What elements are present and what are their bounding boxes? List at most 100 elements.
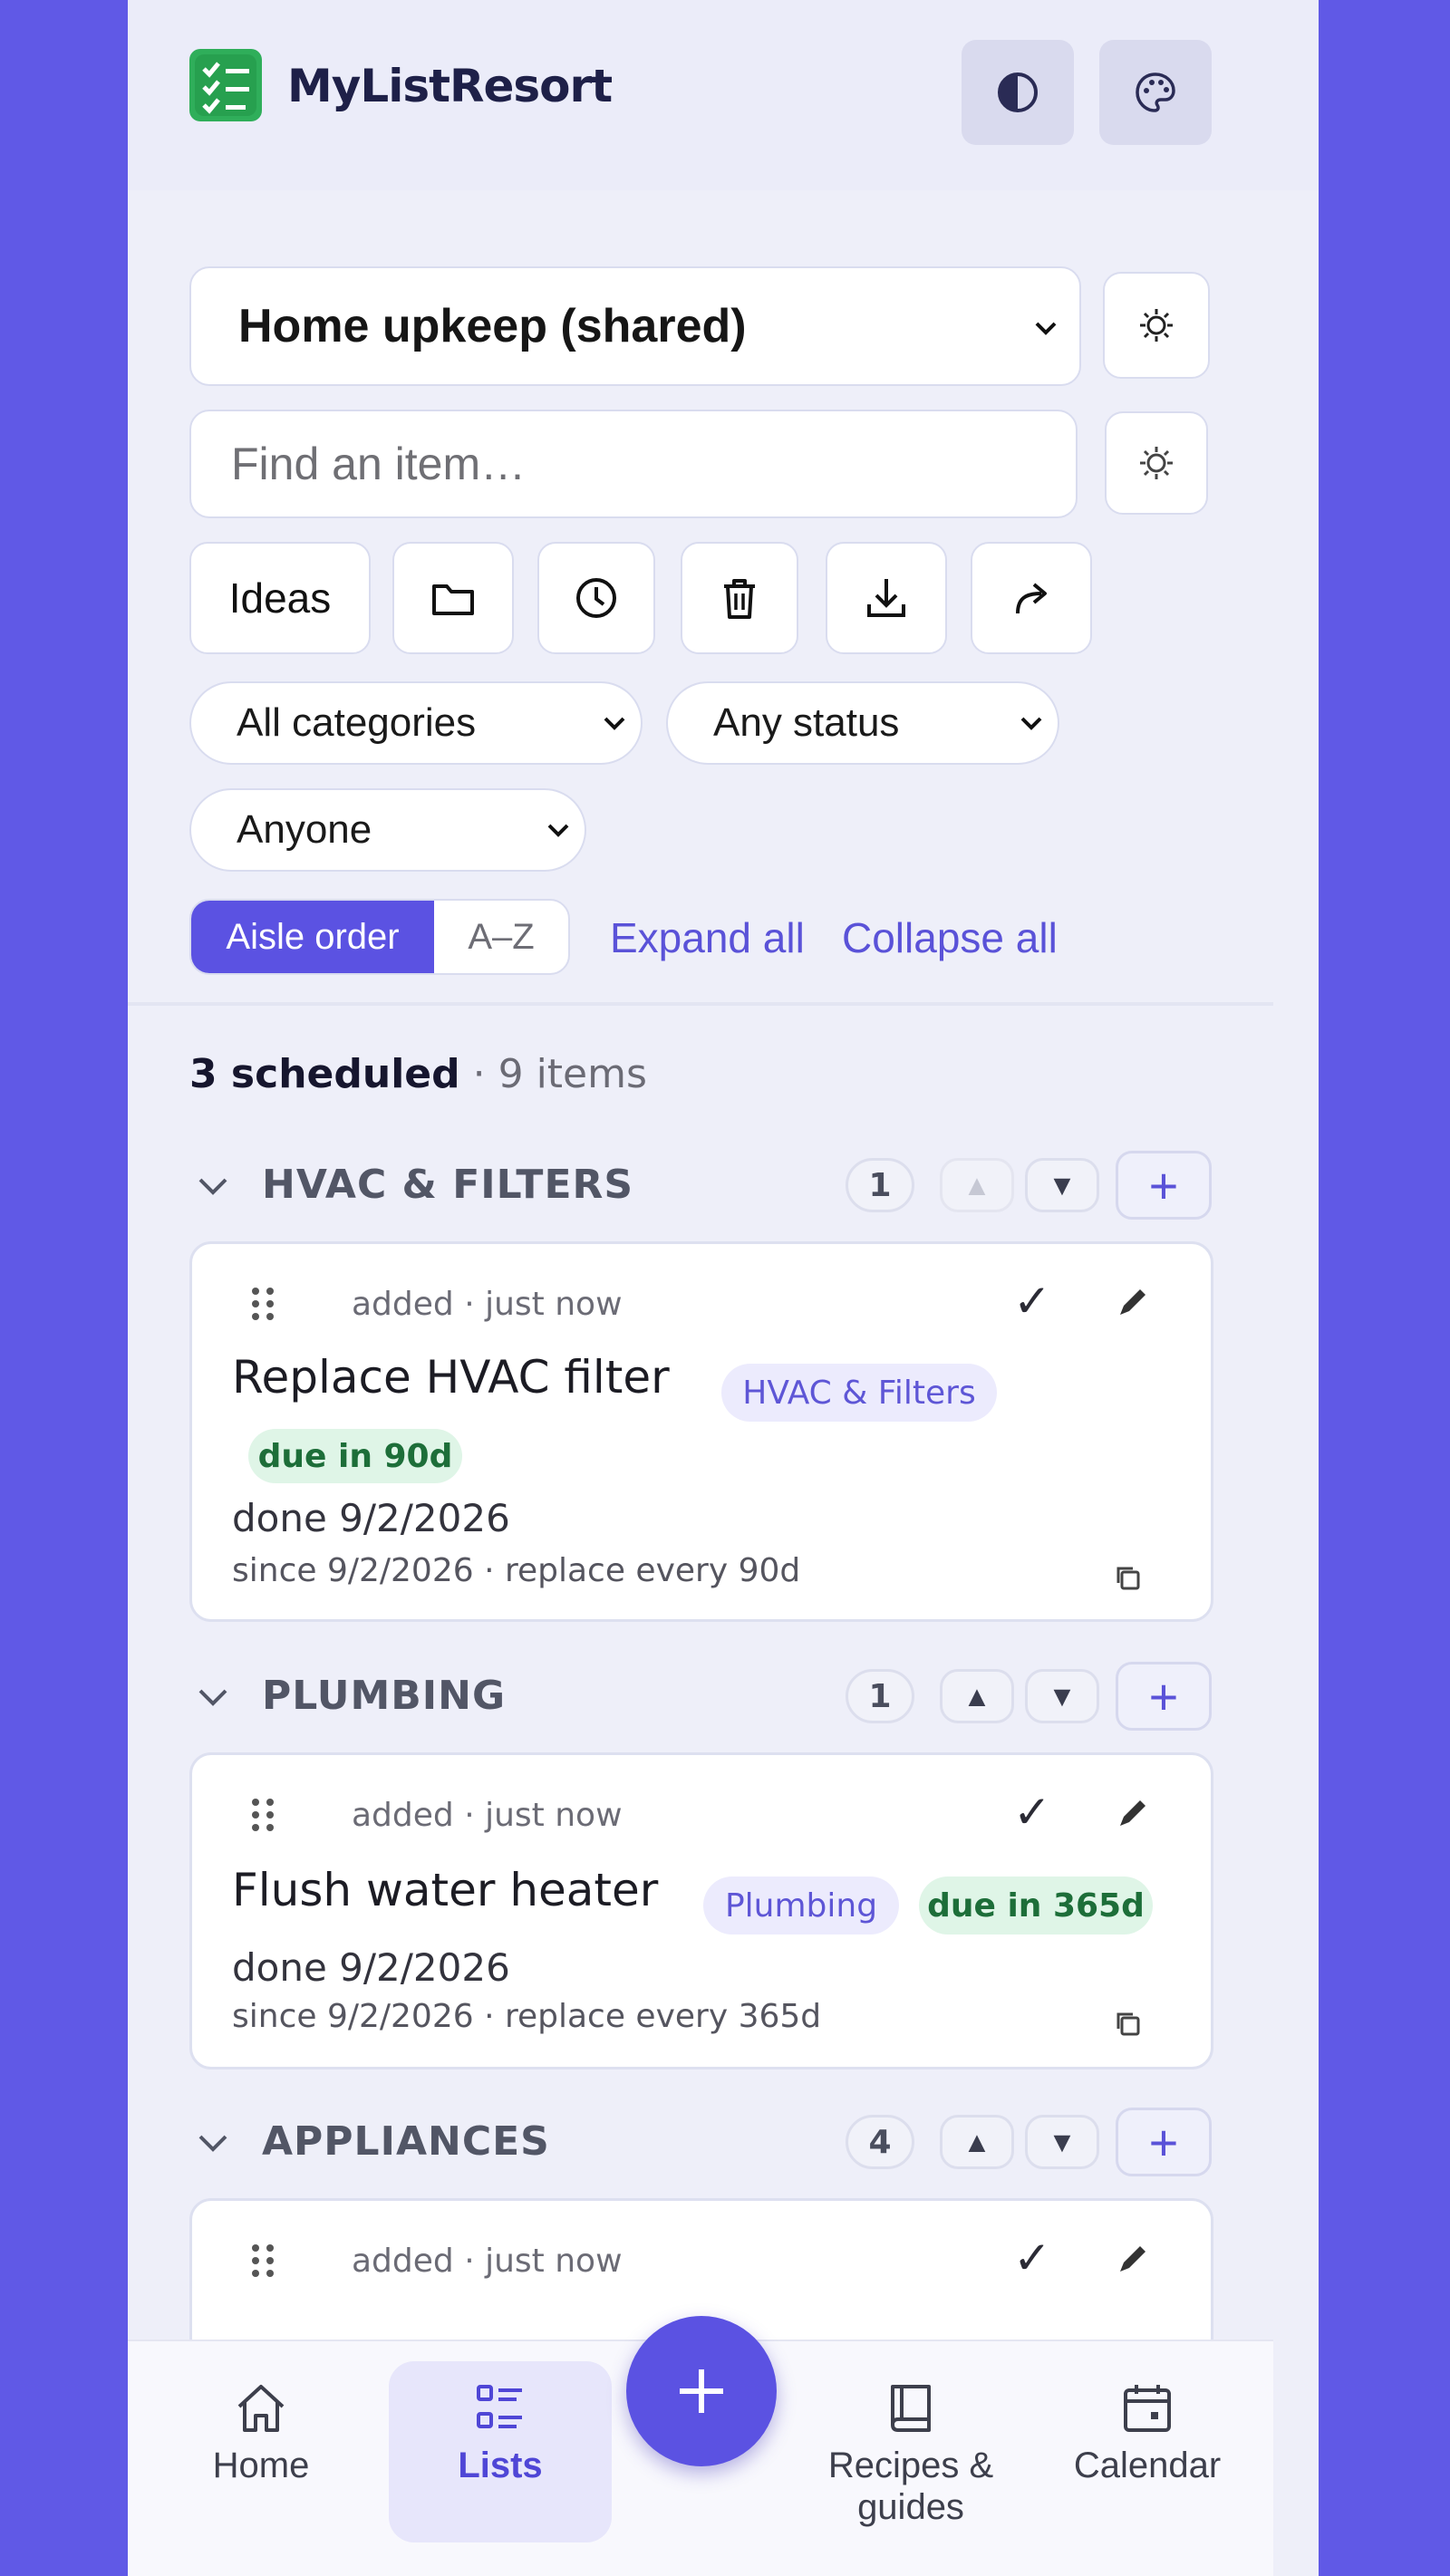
drag-handle-icon[interactable] <box>246 1284 279 1324</box>
add-to-category-button[interactable]: + <box>1116 1662 1212 1731</box>
scheduled-count: 3 scheduled <box>189 1051 460 1097</box>
chevron-down-icon <box>604 717 625 730</box>
nav-home[interactable]: Home <box>177 2341 345 2576</box>
palette-icon <box>1136 72 1175 112</box>
sort-toggle: Aisle order A–Z <box>189 899 570 975</box>
item-since: since 9/2/2026 · replace every 90d <box>232 1552 801 1589</box>
due-badge: due in 365d <box>919 1877 1153 1934</box>
home-icon <box>237 2385 285 2432</box>
status-filter[interactable]: Any status <box>666 681 1059 765</box>
item-meta: added · just now <box>352 2243 623 2280</box>
search-placeholder: Find an item… <box>231 439 527 489</box>
move-up-button[interactable]: ▲ <box>940 2115 1014 2169</box>
pencil-icon[interactable] <box>1111 1280 1155 1324</box>
sort-aisle-order[interactable]: Aisle order <box>191 901 434 973</box>
item-name: Flush water heater <box>232 1864 659 1916</box>
person-filter[interactable]: Anyone <box>189 788 586 872</box>
pencil-icon[interactable] <box>1111 1791 1155 1835</box>
pencil-icon[interactable] <box>1111 2237 1155 2281</box>
move-up-button[interactable]: ▲ <box>940 1158 1014 1212</box>
move-down-button[interactable]: ▼ <box>1025 1669 1099 1723</box>
chevron-down-icon[interactable] <box>197 1176 229 1198</box>
category-title[interactable]: APPLIANCES <box>262 2118 550 2165</box>
contrast-icon <box>998 72 1038 112</box>
due-badge: due in 90d <box>248 1429 462 1483</box>
check-icon[interactable]: ✓ <box>1013 2232 1051 2284</box>
category-filter[interactable]: All categories <box>189 681 643 765</box>
search-settings-button[interactable] <box>1105 411 1208 515</box>
search-input[interactable]: Find an item… <box>189 410 1078 518</box>
chevron-down-icon[interactable] <box>197 2133 229 2155</box>
category-filter-value: All categories <box>237 700 477 745</box>
ideas-button[interactable]: Ideas <box>189 542 371 654</box>
list-selector-value: Home upkeep (shared) <box>238 300 747 352</box>
item-since: since 9/2/2026 · replace every 365d <box>232 1998 822 2035</box>
category-count: 1 <box>846 1158 914 1212</box>
chevron-down-icon <box>1035 322 1057 335</box>
category-title[interactable]: PLUMBING <box>262 1673 506 1719</box>
item-meta: added · just now <box>352 1286 623 1323</box>
nav-recipes[interactable]: Recipes & guides <box>800 2341 1021 2576</box>
folder-button[interactable] <box>392 542 514 654</box>
list-settings-button[interactable] <box>1103 272 1210 379</box>
nav-recipes-label-1: Recipes & <box>827 2446 994 2485</box>
trash-icon <box>724 579 755 619</box>
theme-palette-button[interactable] <box>1099 40 1212 145</box>
item-count: · 9 items <box>459 1051 647 1097</box>
plus-icon <box>680 2369 723 2413</box>
nav-home-label: Home <box>212 2446 310 2485</box>
share-button[interactable] <box>971 542 1092 654</box>
status-filter-value: Any status <box>713 700 900 745</box>
download-icon <box>867 579 905 617</box>
check-icon[interactable]: ✓ <box>1013 1275 1051 1327</box>
category-title[interactable]: HVAC & FILTERS <box>262 1162 633 1208</box>
contrast-toggle-button[interactable] <box>962 40 1074 145</box>
move-down-button[interactable]: ▼ <box>1025 1158 1099 1212</box>
history-button[interactable] <box>537 542 655 654</box>
add-to-category-button[interactable]: + <box>1116 1151 1212 1220</box>
nav-calendar-label: Calendar <box>1073 2446 1222 2485</box>
list-selector[interactable]: Home upkeep (shared) <box>189 266 1081 386</box>
check-icon[interactable]: ✓ <box>1013 1786 1051 1838</box>
calendar-icon <box>1124 2385 1171 2432</box>
copy-icon[interactable] <box>1113 1563 1144 1594</box>
sort-az[interactable]: A–Z <box>434 901 568 973</box>
expand-all-link[interactable]: Expand all <box>610 913 805 962</box>
item-done: done 9/2/2026 <box>232 1945 510 1990</box>
drag-handle-icon[interactable] <box>246 2241 279 2281</box>
chevron-down-icon[interactable] <box>197 1687 229 1709</box>
category-count: 4 <box>846 2115 914 2169</box>
copy-icon[interactable] <box>1113 2009 1144 2040</box>
gear-icon <box>1140 447 1173 479</box>
category-tag: HVAC & Filters <box>721 1364 997 1422</box>
app-logo-icon <box>189 49 262 121</box>
nav-calendar[interactable]: Calendar <box>1052 2341 1242 2576</box>
nav-lists[interactable]: Lists <box>389 2361 612 2542</box>
list-item[interactable]: added · just now ✓ Replace HVAC filter H… <box>189 1241 1213 1622</box>
book-icon <box>891 2385 931 2432</box>
trash-button[interactable] <box>681 542 798 654</box>
add-to-category-button[interactable]: + <box>1116 2108 1212 2176</box>
collapse-all-link[interactable]: Collapse all <box>842 913 1058 962</box>
app-header: MyListResort <box>128 0 1319 190</box>
add-item-fab[interactable] <box>626 2316 777 2466</box>
download-button[interactable] <box>826 542 947 654</box>
person-filter-value: Anyone <box>237 807 372 852</box>
folder-icon <box>432 584 474 615</box>
category-count: 1 <box>846 1669 914 1723</box>
move-up-button[interactable]: ▲ <box>940 1669 1014 1723</box>
move-down-button[interactable]: ▼ <box>1025 2115 1099 2169</box>
gear-icon <box>1140 309 1173 342</box>
nav-recipes-label-2: guides <box>857 2487 964 2527</box>
item-done: done 9/2/2026 <box>232 1496 510 1540</box>
list-item[interactable]: added · just now ✓ Flush water heater Pl… <box>189 1752 1213 2069</box>
list-summary: 3 scheduled · 9 items <box>189 1051 647 1097</box>
item-meta: added · just now <box>352 1797 623 1834</box>
app-panel: MyListResort Home upkeep (shared) Find a… <box>128 0 1319 2576</box>
clock-icon <box>576 578 616 618</box>
list-icon <box>477 2385 522 2428</box>
category-tag: Plumbing <box>703 1877 899 1934</box>
drag-handle-icon[interactable] <box>246 1795 279 1835</box>
app-name: MyListResort <box>287 60 613 112</box>
chevron-down-icon <box>1020 717 1042 730</box>
